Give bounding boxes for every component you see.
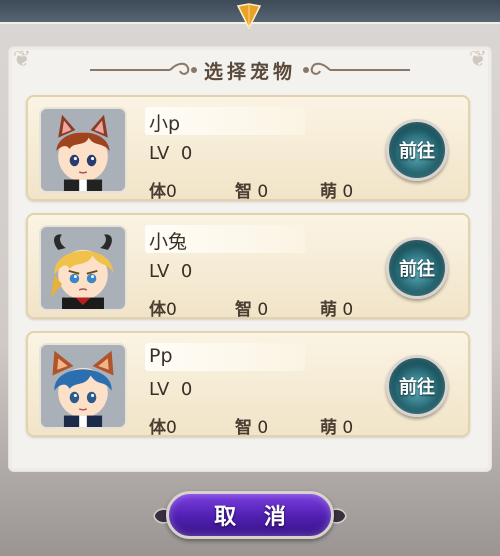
pet-card: 小p LV 0 体0 智 0 萌 0 前往 bbox=[26, 95, 470, 202]
go-button[interactable]: 前往 bbox=[386, 119, 448, 181]
level-label: LV bbox=[149, 379, 170, 400]
level-value: 0 bbox=[180, 143, 193, 164]
level-label: LV bbox=[149, 143, 170, 164]
stat-value: 0 bbox=[166, 300, 177, 320]
pet-avatar bbox=[39, 343, 127, 429]
level-value: 0 bbox=[180, 379, 193, 400]
stat-stamina: 体0 bbox=[149, 295, 177, 320]
stat-stamina: 体0 bbox=[149, 413, 177, 438]
go-button[interactable]: 前往 bbox=[386, 237, 448, 299]
stat-value: 0 bbox=[342, 300, 354, 320]
pet-avatar bbox=[39, 225, 127, 311]
pet-card: 小兔 LV 0 体0 智 0 萌 0 前往 bbox=[26, 213, 470, 320]
stat-value: 0 bbox=[342, 182, 354, 202]
pet-card: Pp LV 0 体0 智 0 萌 0 前往 bbox=[26, 331, 470, 438]
go-button[interactable]: 前往 bbox=[386, 355, 448, 417]
level-label: LV bbox=[149, 261, 170, 282]
pet-name: Pp bbox=[149, 345, 173, 367]
brown-hair-cat-ears-boy-icon bbox=[41, 109, 125, 191]
stat-value: 0 bbox=[166, 182, 177, 202]
pet-avatar bbox=[39, 107, 127, 193]
stat-key: 萌 bbox=[320, 182, 337, 202]
blonde-hair-devil-horns-boy-icon bbox=[41, 227, 125, 309]
pet-name: 小兔 bbox=[149, 231, 188, 253]
top-gem-ornament bbox=[236, 3, 262, 30]
go-button-label: 前往 bbox=[399, 259, 435, 280]
stat-key: 体 bbox=[149, 182, 166, 202]
stat-cuteness: 萌 0 bbox=[320, 295, 353, 320]
stat-cuteness: 萌 0 bbox=[320, 413, 353, 438]
stat-cuteness: 萌 0 bbox=[320, 177, 353, 202]
pet-level: LV 0 bbox=[149, 379, 192, 400]
stat-intelligence: 智 0 bbox=[235, 413, 268, 438]
stat-key: 智 bbox=[235, 300, 252, 320]
stat-value: 0 bbox=[257, 182, 269, 202]
level-value: 0 bbox=[180, 261, 193, 282]
cancel-button-wrap: 取 消 bbox=[152, 487, 348, 545]
stat-value: 0 bbox=[257, 418, 269, 438]
go-button-label: 前往 bbox=[399, 141, 435, 162]
cancel-button-label: 取 消 bbox=[214, 505, 296, 530]
stat-key: 体 bbox=[149, 418, 166, 438]
stat-key: 智 bbox=[235, 418, 252, 438]
title-left-flourish-icon bbox=[89, 62, 197, 75]
blue-hair-fox-ears-boy-icon bbox=[41, 345, 125, 427]
stat-value: 0 bbox=[342, 418, 354, 438]
pet-level: LV 0 bbox=[149, 143, 192, 164]
stat-intelligence: 智 0 bbox=[235, 295, 268, 320]
dialog-header: 选择宠物 bbox=[0, 55, 500, 85]
pet-name: 小p bbox=[149, 113, 181, 135]
stat-stamina: 体0 bbox=[149, 177, 177, 202]
stat-key: 萌 bbox=[320, 418, 337, 438]
stat-key: 萌 bbox=[320, 300, 337, 320]
stat-intelligence: 智 0 bbox=[235, 177, 268, 202]
dialog-title: 选择宠物 bbox=[203, 60, 296, 83]
stat-key: 体 bbox=[149, 300, 166, 320]
stat-value: 0 bbox=[166, 418, 177, 438]
pet-level: LV 0 bbox=[149, 261, 192, 282]
go-button-label: 前往 bbox=[399, 377, 435, 398]
stat-key: 智 bbox=[235, 182, 252, 202]
title-right-flourish-icon bbox=[303, 62, 410, 75]
cancel-button[interactable]: 取 消 bbox=[166, 491, 334, 539]
stat-value: 0 bbox=[257, 300, 269, 320]
